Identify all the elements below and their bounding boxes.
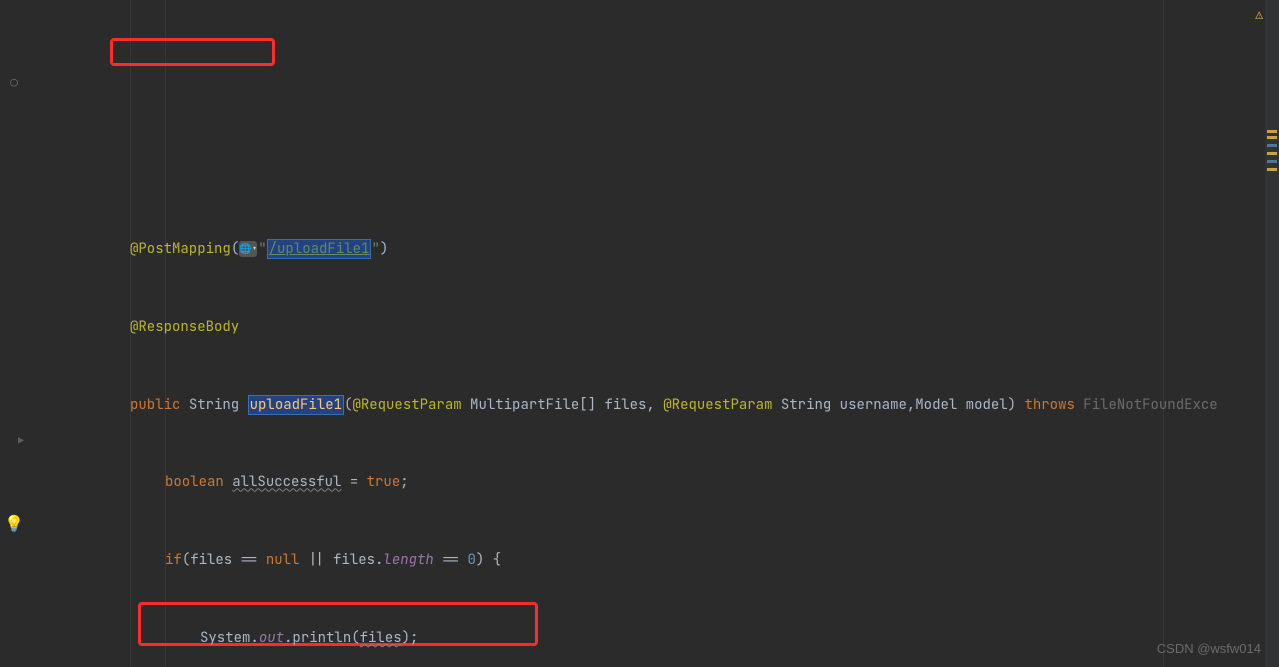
code-line[interactable]: @ResponseBody (30, 315, 1265, 341)
url-path: /uploadFile1 (267, 239, 372, 259)
var: allSuccessful (232, 473, 341, 491)
exception: FileNotFoundExce (1083, 396, 1217, 414)
annotation: @PostMapping (130, 240, 231, 258)
param: String username,Model model) (781, 396, 1016, 414)
minimap-mark[interactable] (1267, 144, 1277, 147)
text: ) { (476, 551, 501, 569)
field: out (259, 629, 284, 647)
minimap-mark[interactable] (1267, 130, 1277, 133)
annotation: @ResponseBody (130, 318, 239, 336)
annotation: @RequestParam (352, 396, 461, 414)
intention-bulb-icon[interactable]: 💡 (5, 515, 23, 533)
editor: ◯ ▶ 💡 @PostMapping(🌐▾"/uploadFile1") @Re… (0, 0, 1279, 667)
text: System. (200, 629, 259, 647)
override-icon[interactable]: ◯ (5, 74, 23, 92)
keyword: throws (1024, 396, 1074, 414)
minimap-mark[interactable] (1267, 160, 1277, 163)
minimap-mark[interactable] (1267, 168, 1277, 171)
var: files (360, 629, 402, 647)
keyword: if (165, 551, 182, 569)
keyword: null (266, 551, 300, 569)
keyword: true (367, 473, 401, 491)
code-area[interactable]: @PostMapping(🌐▾"/uploadFile1") @Response… (30, 0, 1265, 667)
highlight-box-1 (110, 38, 275, 66)
minimap-mark[interactable] (1267, 136, 1277, 139)
text: ); (402, 629, 419, 647)
field: length (383, 551, 433, 569)
code-line[interactable]: @PostMapping(🌐▾"/uploadFile1") (30, 237, 1265, 263)
code-line[interactable]: System.out.println(files); (30, 626, 1265, 652)
annotation: @RequestParam (663, 396, 772, 414)
warning-icon[interactable]: ⚠ (1255, 3, 1263, 27)
text: == (434, 551, 468, 569)
minimap-mark[interactable] (1267, 152, 1277, 155)
fold-toggle-icon[interactable]: ▶ (18, 432, 24, 451)
text: || files. (299, 551, 383, 569)
keyword: public (130, 396, 180, 414)
number: 0 (467, 551, 475, 569)
param: MultipartFile[] files, (470, 396, 655, 414)
code-line[interactable]: if(files == null || files.length == 0) { (30, 548, 1265, 574)
code-line[interactable]: boolean allSuccessful = true; (30, 470, 1265, 496)
gutter: ◯ ▶ 💡 (0, 0, 30, 667)
watermark: CSDN @wsfw014 (1157, 637, 1261, 661)
text: = (341, 473, 366, 491)
keyword: boolean (165, 473, 224, 491)
minimap-scrollbar[interactable]: ⚠ (1265, 0, 1279, 667)
globe-icon[interactable]: 🌐▾ (239, 241, 257, 257)
text: .println( (284, 629, 360, 647)
type: String (189, 396, 239, 414)
text: (files == (182, 551, 266, 569)
code-line[interactable]: public String uploadFile1(@RequestParam … (30, 393, 1265, 419)
method-name: uploadFile1 (248, 395, 344, 415)
